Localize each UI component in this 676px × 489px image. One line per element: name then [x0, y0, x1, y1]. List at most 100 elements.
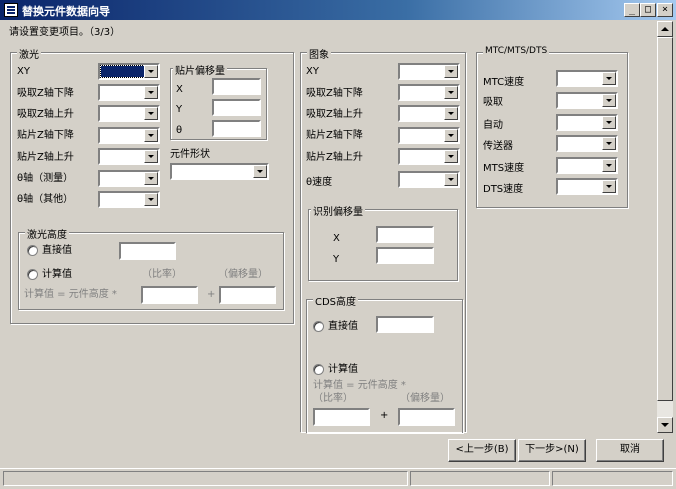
cds-offset-label: （偏移量） — [400, 393, 450, 404]
laser-pick-z-up-combo[interactable] — [98, 105, 160, 122]
image-row-label: 贴片Z轴上升 — [306, 152, 363, 163]
image-pick-z-up-combo[interactable] — [398, 105, 460, 122]
mtc-row-label: 吸取 — [483, 97, 503, 108]
chevron-down-icon[interactable] — [253, 165, 267, 178]
chevron-down-icon[interactable] — [444, 86, 458, 99]
image-row-label: XY — [306, 66, 319, 77]
image-row-label: 吸取Z轴下降 — [306, 88, 363, 99]
chevron-down-icon[interactable] — [602, 72, 616, 85]
chevron-down-icon[interactable] — [444, 65, 458, 78]
title-bar[interactable]: 替换元件数据向导 _ □ × — [0, 0, 676, 20]
back-button[interactable]: <上一步(B) — [448, 439, 516, 462]
laser-row-label: 吸取Z轴下降 — [17, 88, 74, 99]
maximize-button[interactable]: □ — [640, 3, 656, 17]
chevron-down-icon[interactable] — [144, 65, 158, 78]
offset-y-field[interactable] — [212, 99, 261, 116]
mtc-row-label: 传送器 — [483, 141, 513, 152]
next-button[interactable]: 下一步>(N) — [518, 439, 586, 462]
chevron-down-icon[interactable] — [444, 173, 458, 186]
status-pane-middle — [410, 471, 550, 486]
offset-theta-field[interactable] — [212, 120, 261, 137]
laser-offset-field[interactable] — [219, 286, 276, 304]
offset-theta-label: θ — [176, 125, 183, 136]
cds-calc-label: 计算值 — [328, 364, 358, 375]
laser-xy-combo[interactable] — [98, 63, 160, 80]
cds-direct-radio[interactable] — [313, 321, 324, 332]
cds-plus-sign: + — [380, 410, 389, 421]
laser-height-direct-field[interactable] — [119, 242, 176, 260]
shape-label: 元件形状 — [170, 149, 210, 160]
recog-offset-group: 识别偏移量 — [308, 203, 458, 281]
laser-pick-z-down-combo[interactable] — [98, 84, 160, 101]
image-theta-speed-combo[interactable] — [398, 171, 460, 188]
recog-offset-label: 识别偏移量 — [311, 203, 365, 218]
mtc-row-label: MTS速度 — [483, 163, 525, 174]
chevron-down-icon[interactable] — [144, 150, 158, 163]
scroll-down-icon[interactable] — [657, 417, 673, 433]
chevron-down-icon[interactable] — [444, 150, 458, 163]
mtc-speed-combo[interactable] — [556, 70, 618, 87]
cancel-button[interactable]: 取消 — [596, 439, 664, 462]
mtc-auto-combo[interactable] — [556, 114, 618, 131]
laser-height-direct-radio[interactable] — [27, 245, 38, 256]
chevron-down-icon[interactable] — [444, 129, 458, 142]
laser-row-label: θ轴（其他） — [17, 194, 74, 205]
scroll-thumb[interactable] — [657, 37, 673, 401]
recog-x-field[interactable] — [376, 226, 434, 243]
recog-y-field[interactable] — [376, 247, 434, 264]
chevron-down-icon[interactable] — [144, 86, 158, 99]
chevron-down-icon[interactable] — [444, 107, 458, 120]
dts-speed-combo[interactable] — [556, 178, 618, 195]
laser-place-z-down-combo[interactable] — [98, 127, 160, 144]
laser-ratio-field[interactable] — [141, 286, 198, 304]
cds-direct-label: 直接值 — [328, 321, 358, 332]
laser-row-label: 贴片Z轴上升 — [17, 152, 74, 163]
cds-formula-label: 计算值 = 元件高度 * — [313, 380, 406, 391]
image-place-z-down-combo[interactable] — [398, 127, 460, 144]
mts-speed-combo[interactable] — [556, 157, 618, 174]
chevron-down-icon[interactable] — [144, 129, 158, 142]
chevron-down-icon[interactable] — [144, 107, 158, 120]
laser-group-label: 激光 — [17, 46, 41, 61]
app-icon — [4, 3, 18, 17]
laser-place-z-up-combo[interactable] — [98, 148, 160, 165]
chevron-down-icon[interactable] — [144, 172, 158, 185]
scroll-up-icon[interactable] — [657, 21, 673, 37]
laser-height-calc-label: 计算值 — [42, 269, 72, 280]
cds-offset-field[interactable] — [398, 408, 455, 426]
mtc-pick-combo[interactable] — [556, 92, 618, 109]
cds-direct-field[interactable] — [376, 316, 434, 333]
cds-calc-radio[interactable] — [313, 364, 324, 375]
laser-theta-measure-combo[interactable] — [98, 170, 160, 187]
image-pick-z-down-combo[interactable] — [398, 84, 460, 101]
component-shape-combo[interactable] — [170, 163, 269, 180]
laser-theta-other-combo[interactable] — [98, 191, 160, 208]
cds-height-label: CDS高度 — [313, 293, 359, 308]
vertical-scrollbar[interactable] — [657, 21, 673, 433]
chevron-down-icon[interactable] — [602, 180, 616, 193]
chevron-down-icon[interactable] — [602, 137, 616, 150]
chevron-down-icon[interactable] — [602, 94, 616, 107]
laser-row-label: θ轴（测量） — [17, 173, 74, 184]
chevron-down-icon[interactable] — [602, 159, 616, 172]
laser-row-label: XY — [17, 66, 30, 77]
chevron-down-icon[interactable] — [144, 193, 158, 206]
image-place-z-up-combo[interactable] — [398, 148, 460, 165]
status-pane-main — [3, 471, 408, 486]
mtc-group-label: MTC/MTS/DTS — [483, 46, 550, 56]
offset-x-field[interactable] — [212, 78, 261, 95]
chevron-down-icon[interactable] — [602, 116, 616, 129]
window-title: 替换元件数据向导 — [22, 5, 110, 18]
mtc-conveyor-combo[interactable] — [556, 135, 618, 152]
minimize-button[interactable]: _ — [624, 3, 640, 17]
image-row-label: 贴片Z轴下降 — [306, 130, 363, 141]
laser-height-direct-label: 直接值 — [42, 245, 72, 256]
laser-height-label: 激光高度 — [25, 226, 69, 241]
status-pane-right — [552, 471, 673, 486]
recog-x-label: X — [333, 233, 340, 244]
laser-height-calc-radio[interactable] — [27, 269, 38, 280]
laser-row-label: 吸取Z轴上升 — [17, 109, 74, 120]
image-xy-combo[interactable] — [398, 63, 460, 80]
cds-ratio-field[interactable] — [313, 408, 370, 426]
close-button[interactable]: × — [657, 3, 673, 17]
